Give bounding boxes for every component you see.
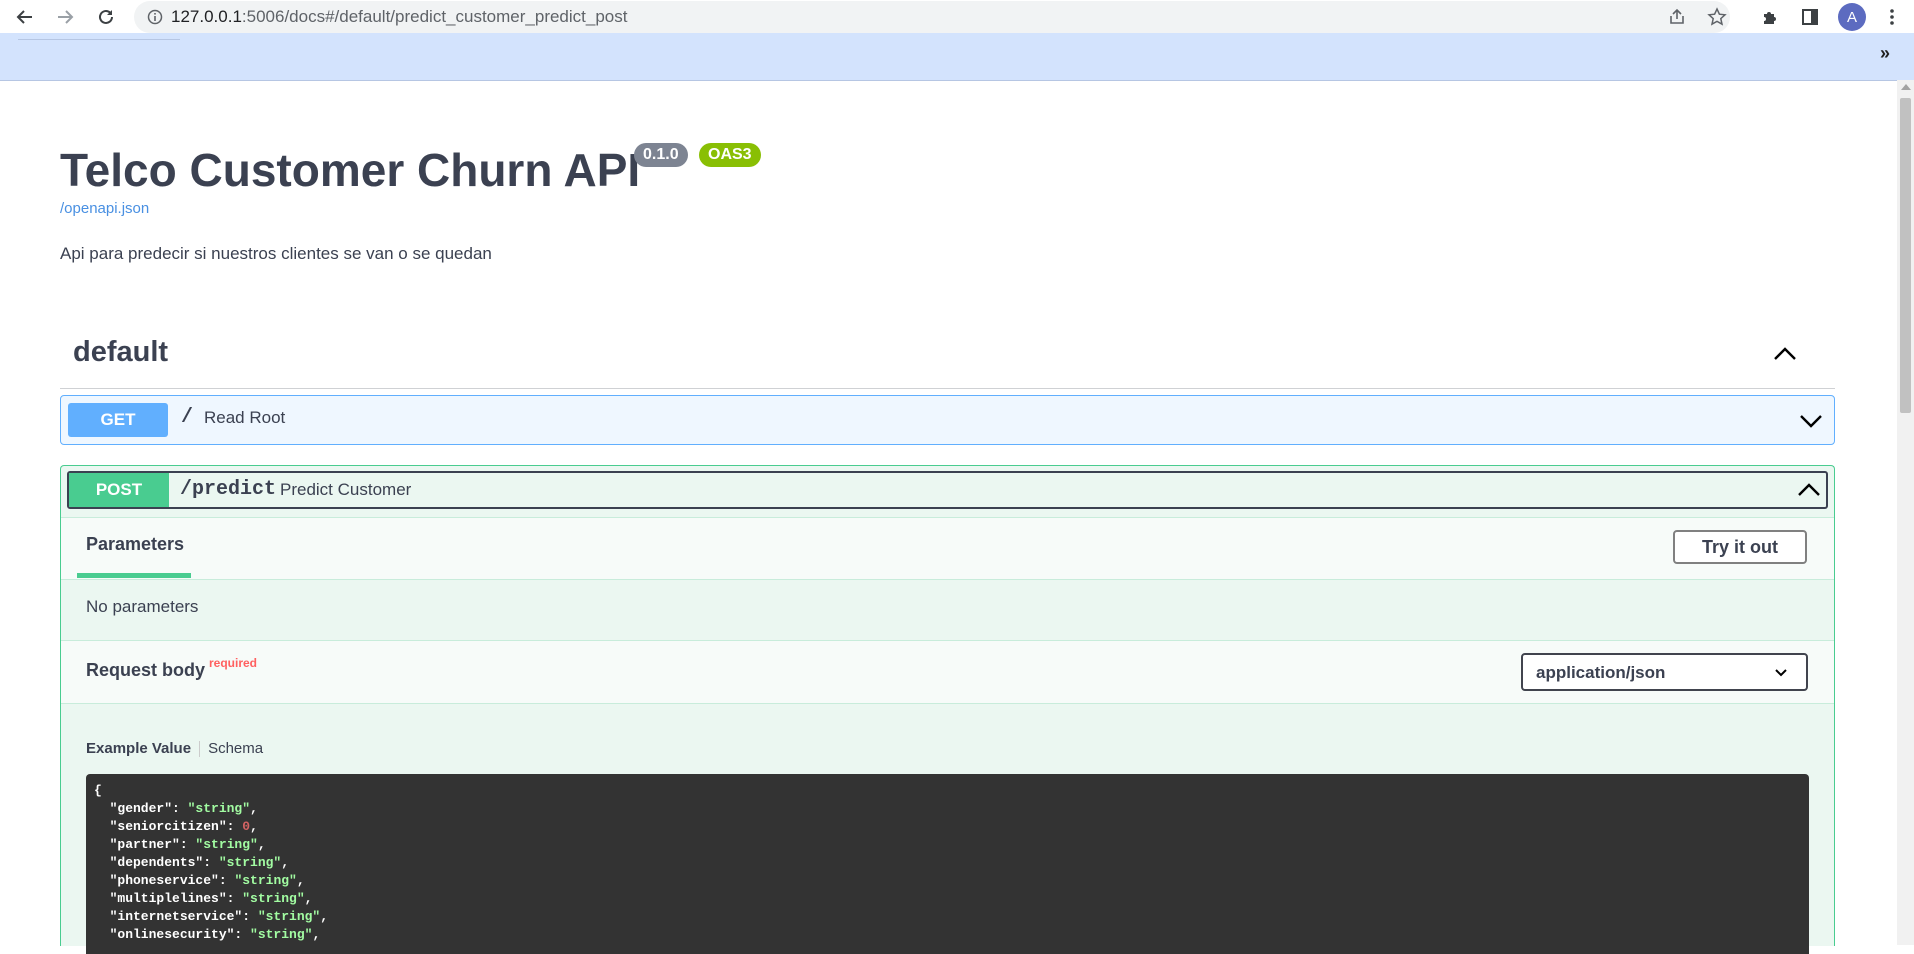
schema-tab[interactable]: Schema [208,740,263,757]
address-bar[interactable]: 127.0.0.1:5006/docs#/default/predict_cus… [134,1,1730,33]
tab-divider [199,740,201,757]
code-value: "string" [187,801,251,816]
code-line: "gender": "string", [94,801,258,816]
chevron-up-icon[interactable] [1771,340,1799,368]
chevron-up-icon[interactable] [1796,477,1822,503]
url-host: 127.0.0.1 [171,7,242,26]
code-key: "seniorcitizen": [94,819,243,834]
code-line: "dependents": "string", [94,855,290,870]
code-value: 0 [242,819,251,834]
operation-get-root[interactable]: GET / Read Root [60,395,1835,445]
parameters-header: Parameters Try it out [61,517,1834,580]
code-key: "internetservice": [94,909,258,924]
code-value: "string" [218,855,282,870]
code-key: "phoneservice": [94,873,235,888]
chevron-down-icon[interactable] [1798,408,1824,434]
chevron-down-icon [1775,669,1787,677]
parameters-tab[interactable]: Parameters [86,534,184,555]
get-method-badge: GET [68,403,168,437]
get-path: / [181,406,194,429]
tag-name: default [73,336,169,368]
code-value: "string" [242,891,305,906]
bookmark-star-icon[interactable] [1707,7,1727,27]
no-parameters-text: No parameters [86,597,199,616]
code-key: "gender": [94,801,188,816]
swagger-page: Telco Customer Churn API 0.1.0 OAS3 /ope… [0,81,1897,954]
profile-avatar[interactable]: A [1838,3,1866,31]
reload-icon[interactable] [92,3,120,31]
code-key: "multiplelines": [94,891,243,906]
oas-badge: OAS3 [699,143,761,167]
menu-kebab-icon[interactable] [1879,4,1905,30]
code-line: "phoneservice": "string", [94,873,305,888]
get-summary: Read Root [204,408,286,427]
example-tabs: Example Value Schema [86,740,263,757]
required-label: required [209,656,258,670]
api-description: Api para predecir si nuestros clientes s… [60,244,492,263]
back-icon[interactable] [11,3,39,31]
post-summary: Predict Customer [280,480,412,499]
code-line: { [94,783,102,798]
url-text: 127.0.0.1:5006/docs#/default/predict_cus… [171,7,627,27]
post-path: /predict [180,478,277,501]
try-it-out-button[interactable]: Try it out [1673,530,1807,564]
extensions-icon[interactable] [1757,4,1783,30]
browser-toolbar: 127.0.0.1:5006/docs#/default/predict_cus… [0,0,1914,33]
tab-strip-divider [18,39,180,40]
bookmarks-overflow-button[interactable]: » [1880,43,1890,64]
version-badge: 0.1.0 [634,143,688,167]
content-type-select[interactable]: application/json [1521,653,1808,691]
request-body-title: Request body [86,660,206,680]
post-method-badge: POST [69,473,169,507]
code-line: "partner": "string", [94,837,266,852]
code-key: "partner": [94,837,196,852]
code-key: "dependents": [94,855,219,870]
example-value-tab[interactable]: Example Value [86,740,191,757]
request-body-header: Request body required application/json [61,640,1834,704]
operation-post-predict: POST /predict Predict Customer Parameter… [60,465,1835,954]
code-value: "string" [257,909,321,924]
openapi-json-link[interactable]: /openapi.json [60,200,149,217]
scroll-up-arrow-icon[interactable] [1901,84,1911,90]
code-value: "string" [234,873,297,888]
code-value: "string" [195,837,258,852]
content-type-value: application/json [1536,663,1666,682]
code-line: "internetservice": "string", [94,909,329,924]
code-key: "onlinesecurity": [94,927,251,942]
api-title: Telco Customer Churn API [60,144,641,196]
tag-default-header[interactable]: default [60,336,1835,389]
site-info-icon[interactable] [147,9,163,25]
active-tab-indicator [77,573,191,578]
forward-icon[interactable] [51,3,79,31]
share-icon[interactable] [1668,8,1686,26]
code-line: "seniorcitizen": 0, [94,819,258,834]
bookmarks-bar: » [0,33,1914,81]
side-panel-icon[interactable] [1797,4,1823,30]
scrollbar-thumb[interactable] [1900,98,1911,413]
code-line: "multiplelines": "string", [94,891,313,906]
code-value: "string" [250,927,313,942]
code-line: "onlinesecurity": "string", [94,927,321,942]
url-path: :5006/docs#/default/predict_customer_pre… [241,7,628,26]
post-summary-bar[interactable]: POST /predict Predict Customer [67,471,1828,509]
example-json-code: { "gender": "string", "seniorcitizen": 0… [86,774,1809,954]
